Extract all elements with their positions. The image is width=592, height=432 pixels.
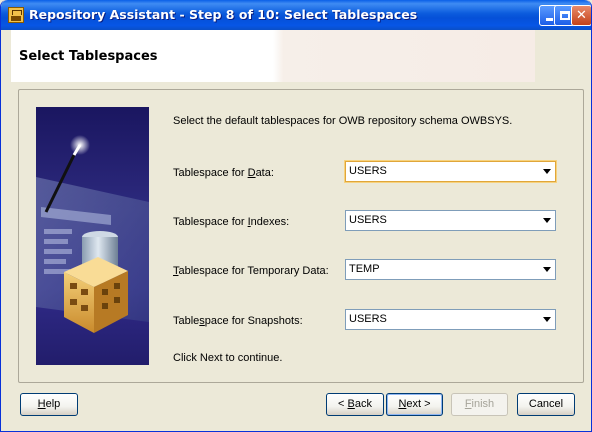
help-button[interactable]: Help — [20, 393, 78, 416]
data-tablespace-label: Tablespace for Data: — [173, 167, 274, 179]
title-bar[interactable]: Repository Assistant - Step 8 of 10: Sel… — [1, 0, 591, 30]
wizard-window: Repository Assistant - Step 8 of 10: Sel… — [0, 0, 592, 432]
content-panel: Select the default tablespaces for OWB r… — [18, 89, 584, 383]
temporary-tablespace-value: TEMP — [349, 263, 380, 275]
repository-illustration-icon — [36, 135, 149, 333]
indexes-tablespace-value: USERS — [349, 214, 387, 226]
close-icon: ✕ — [576, 8, 587, 23]
dropdown-arrow-icon[interactable] — [543, 267, 551, 272]
snapshots-tablespace-select[interactable]: USERS — [345, 309, 556, 330]
snapshots-tablespace-label: Tablespace for Snapshots: — [173, 315, 303, 327]
dropdown-arrow-icon[interactable] — [543, 218, 551, 223]
step-header: Select Tablespaces — [11, 30, 535, 82]
indexes-tablespace-label: Tablespace for Indexes: — [173, 216, 290, 228]
app-icon — [8, 7, 24, 23]
page-title: Select Tablespaces — [19, 49, 158, 64]
data-tablespace-select[interactable]: USERS — [345, 161, 556, 182]
next-button[interactable]: Next > — [386, 393, 443, 416]
close-button[interactable]: ✕ — [571, 5, 591, 26]
instruction-text: Select the default tablespaces for OWB r… — [173, 115, 513, 127]
temporary-tablespace-select[interactable]: TEMP — [345, 259, 556, 280]
dropdown-arrow-icon[interactable] — [543, 169, 551, 174]
snapshots-tablespace-value: USERS — [349, 313, 387, 325]
maximize-icon — [559, 11, 570, 20]
continue-hint: Click Next to continue. — [173, 352, 283, 364]
window-title: Repository Assistant - Step 8 of 10: Sel… — [29, 7, 418, 22]
finish-button[interactable]: Finish — [451, 393, 508, 416]
wizard-illustration — [36, 107, 149, 365]
temporary-tablespace-label: Tablespace for Temporary Data: — [173, 265, 329, 277]
minimize-icon — [546, 18, 553, 21]
data-tablespace-value: USERS — [349, 165, 387, 177]
indexes-tablespace-select[interactable]: USERS — [345, 210, 556, 231]
dropdown-arrow-icon[interactable] — [543, 317, 551, 322]
back-button[interactable]: < Back — [326, 393, 384, 416]
cancel-button[interactable]: Cancel — [517, 393, 575, 416]
